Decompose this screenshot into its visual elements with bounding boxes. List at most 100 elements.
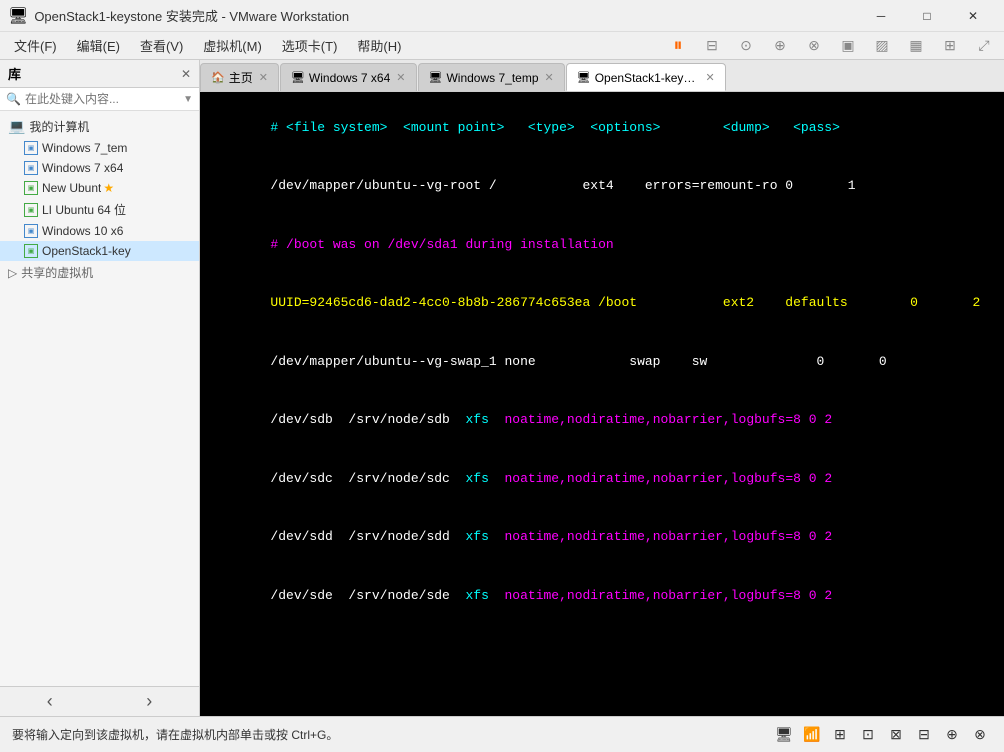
win7x64-tab-icon: 🖥 (291, 71, 305, 84)
status-icon-5[interactable]: ⊠ (884, 723, 908, 747)
close-button[interactable]: ✕ (950, 0, 996, 32)
vm-icon-win7x64: ▣ (24, 161, 38, 175)
toolbar-btn-7[interactable]: ▦ (900, 34, 932, 58)
sidebar-item-win7temp[interactable]: ▣ Windows 7_tem (0, 138, 199, 158)
status-message: 要将输入定向到该虚拟机，请在虚拟机内部单击或按 Ctrl+G。 (12, 726, 772, 743)
sidebar-my-computer[interactable]: 💻 我的计算机 (0, 115, 199, 138)
toolbar-btn-6[interactable]: ▨ (866, 34, 898, 58)
tab-home[interactable]: 🏠 主页 ✕ (200, 63, 279, 91)
computer-icon: 💻 (8, 118, 25, 135)
sidebar-close-button[interactable]: ✕ (181, 67, 191, 81)
term-line-3: # /boot was on /dev/sda1 during installa… (208, 215, 996, 274)
main-area: 库 ✕ 🔍 ▼ 💻 我的计算机 ▣ Windows 7_tem ▣ Window… (0, 60, 1004, 716)
sidebar-label-win7x64: Windows 7 x64 (42, 161, 123, 175)
menu-help[interactable]: 帮助(H) (347, 32, 411, 59)
term-line-1: # <file system> <mount point> <type> <op… (208, 98, 996, 157)
status-icon-3[interactable]: ⊞ (828, 723, 852, 747)
vm-icon-win10: ▣ (24, 224, 38, 238)
sidebar-shared-section[interactable]: ▷ 共享的虚拟机 (0, 261, 199, 284)
toolbar-btn-2[interactable]: ⊙ (730, 34, 762, 58)
sidebar-label-ubuntu: New Ubunt (42, 181, 101, 195)
minimize-button[interactable]: ─ (858, 0, 904, 32)
win7temp-tab-icon: 🖥 (429, 71, 443, 84)
tab-openstack-label: OpenStack1-keystone 安装... (595, 69, 700, 86)
sidebar-label-liubuntu: LI Ubuntu 64 位 (42, 201, 126, 218)
term-line-8: /dev/sdd /srv/node/sdd xfs noatime,nodir… (208, 508, 996, 567)
nav-right-button[interactable]: › (100, 687, 200, 716)
term-line-6: /dev/sdb /srv/node/sdb xfs noatime,nodir… (208, 391, 996, 450)
toolbar-btn-4[interactable]: ⊗ (798, 34, 830, 58)
sidebar-label-openstack: OpenStack1-key (42, 244, 131, 258)
menubar: 文件(F) 编辑(E) 查看(V) 虚拟机(M) 选项卡(T) 帮助(H) ⏸ … (0, 32, 1004, 60)
tab-openstack-close[interactable]: ✕ (706, 71, 715, 84)
sidebar-item-ubuntu[interactable]: ▣ New Ubunt ★ (0, 178, 199, 198)
sidebar-title: 库 (8, 64, 21, 83)
search-input[interactable] (25, 92, 183, 106)
pause-button[interactable]: ⏸ (662, 34, 694, 58)
toolbar-btn-8[interactable]: ⊞ (934, 34, 966, 58)
statusbar: 要将输入定向到该虚拟机，请在虚拟机内部单击或按 Ctrl+G。 🖥 📶 ⊞ ⊡ … (0, 716, 1004, 752)
toolbar: ⏸ ⊟ ⊙ ⊕ ⊗ ▣ ▨ ▦ ⊞ ⤢ (662, 34, 1000, 58)
star-icon: ★ (103, 181, 114, 195)
menu-file[interactable]: 文件(F) (4, 32, 67, 59)
status-icons: 🖥 📶 ⊞ ⊡ ⊠ ⊟ ⊕ ⊗ (772, 723, 992, 747)
term-line-9: /dev/sde /srv/node/sde xfs noatime,nodir… (208, 566, 996, 625)
sidebar-label-win10: Windows 10 x6 (42, 224, 123, 238)
menu-view[interactable]: 查看(V) (130, 32, 193, 59)
sidebar: 库 ✕ 🔍 ▼ 💻 我的计算机 ▣ Windows 7_tem ▣ Window… (0, 60, 200, 716)
window-title: OpenStack1-keystone 安装完成 - VMware Workst… (34, 6, 858, 25)
tab-win7x64-label: Windows 7 x64 (309, 71, 390, 85)
sidebar-label-win7temp: Windows 7_tem (42, 141, 127, 155)
status-icon-4[interactable]: ⊡ (856, 723, 880, 747)
sidebar-item-win7x64[interactable]: ▣ Windows 7 x64 (0, 158, 199, 178)
tab-home-close[interactable]: ✕ (259, 71, 268, 84)
sidebar-search-area: 🔍 ▼ (0, 88, 199, 111)
terminal[interactable]: # <file system> <mount point> <type> <op… (200, 92, 1004, 716)
toolbar-btn-9[interactable]: ⤢ (968, 34, 1000, 58)
tab-win7x64-close[interactable]: ✕ (396, 71, 405, 84)
titlebar: 🖥 OpenStack1-keystone 安装完成 - VMware Work… (0, 0, 1004, 32)
status-icon-1[interactable]: 🖥 (772, 723, 796, 747)
tab-win7x64[interactable]: 🖥 Windows 7 x64 ✕ (280, 63, 417, 91)
menu-tabs[interactable]: 选项卡(T) (272, 32, 348, 59)
home-tab-icon: 🏠 (211, 71, 225, 84)
expand-icon: ▷ (8, 266, 17, 280)
menu-edit[interactable]: 编辑(E) (67, 32, 130, 59)
status-icon-7[interactable]: ⊕ (940, 723, 964, 747)
tab-win7temp[interactable]: 🖥 Windows 7_temp ✕ (418, 63, 565, 91)
status-icon-2[interactable]: 📶 (800, 723, 824, 747)
status-icon-6[interactable]: ⊟ (912, 723, 936, 747)
openstack-tab-icon: 🖥 (577, 71, 591, 84)
tab-openstack[interactable]: 🖥 OpenStack1-keystone 安装... ✕ (566, 63, 726, 91)
nav-left-button[interactable]: ‹ (0, 687, 100, 716)
term-line-7: /dev/sdc /srv/node/sdc xfs noatime,nodir… (208, 449, 996, 508)
search-icon: 🔍 (6, 92, 21, 106)
maximize-button[interactable]: □ (904, 0, 950, 32)
term-line-4: UUID=92465cd6-dad2-4cc0-8b8b-286774c653e… (208, 274, 996, 333)
term-line-5: /dev/mapper/ubuntu--vg-swap_1 none swap … (208, 332, 996, 391)
vm-icon-liubuntu: ▣ (24, 203, 38, 217)
term-line-2: /dev/mapper/ubuntu--vg-root / ext4 error… (208, 157, 996, 216)
status-icon-8[interactable]: ⊗ (968, 723, 992, 747)
search-dropdown-icon[interactable]: ▼ (183, 94, 193, 105)
window-controls: ─ □ ✕ (858, 0, 996, 32)
tab-home-label: 主页 (229, 69, 253, 86)
tab-win7temp-label: Windows 7_temp (446, 71, 538, 85)
sidebar-nav-buttons: ‹ › (0, 686, 199, 716)
sidebar-item-liubuntu[interactable]: ▣ LI Ubuntu 64 位 (0, 198, 199, 221)
vm-icon-openstack: ▣ (24, 244, 38, 258)
tab-win7temp-close[interactable]: ✕ (545, 71, 554, 84)
sidebar-item-openstack[interactable]: ▣ OpenStack1-key (0, 241, 199, 261)
my-computer-label: 我的计算机 (29, 118, 89, 135)
sidebar-item-win10[interactable]: ▣ Windows 10 x6 (0, 221, 199, 241)
vm-icon-ubuntu: ▣ (24, 181, 38, 195)
toolbar-btn-3[interactable]: ⊕ (764, 34, 796, 58)
tab-bar: 🏠 主页 ✕ 🖥 Windows 7 x64 ✕ 🖥 Windows 7_tem… (200, 60, 1004, 92)
sidebar-tree: 💻 我的计算机 ▣ Windows 7_tem ▣ Windows 7 x64 … (0, 111, 199, 288)
sidebar-header: 库 ✕ (0, 60, 199, 88)
menu-vm[interactable]: 虚拟机(M) (193, 32, 272, 59)
shared-label: 共享的虚拟机 (21, 264, 93, 281)
toolbar-btn-5[interactable]: ▣ (832, 34, 864, 58)
vm-icon-win7temp: ▣ (24, 141, 38, 155)
toolbar-btn-1[interactable]: ⊟ (696, 34, 728, 58)
